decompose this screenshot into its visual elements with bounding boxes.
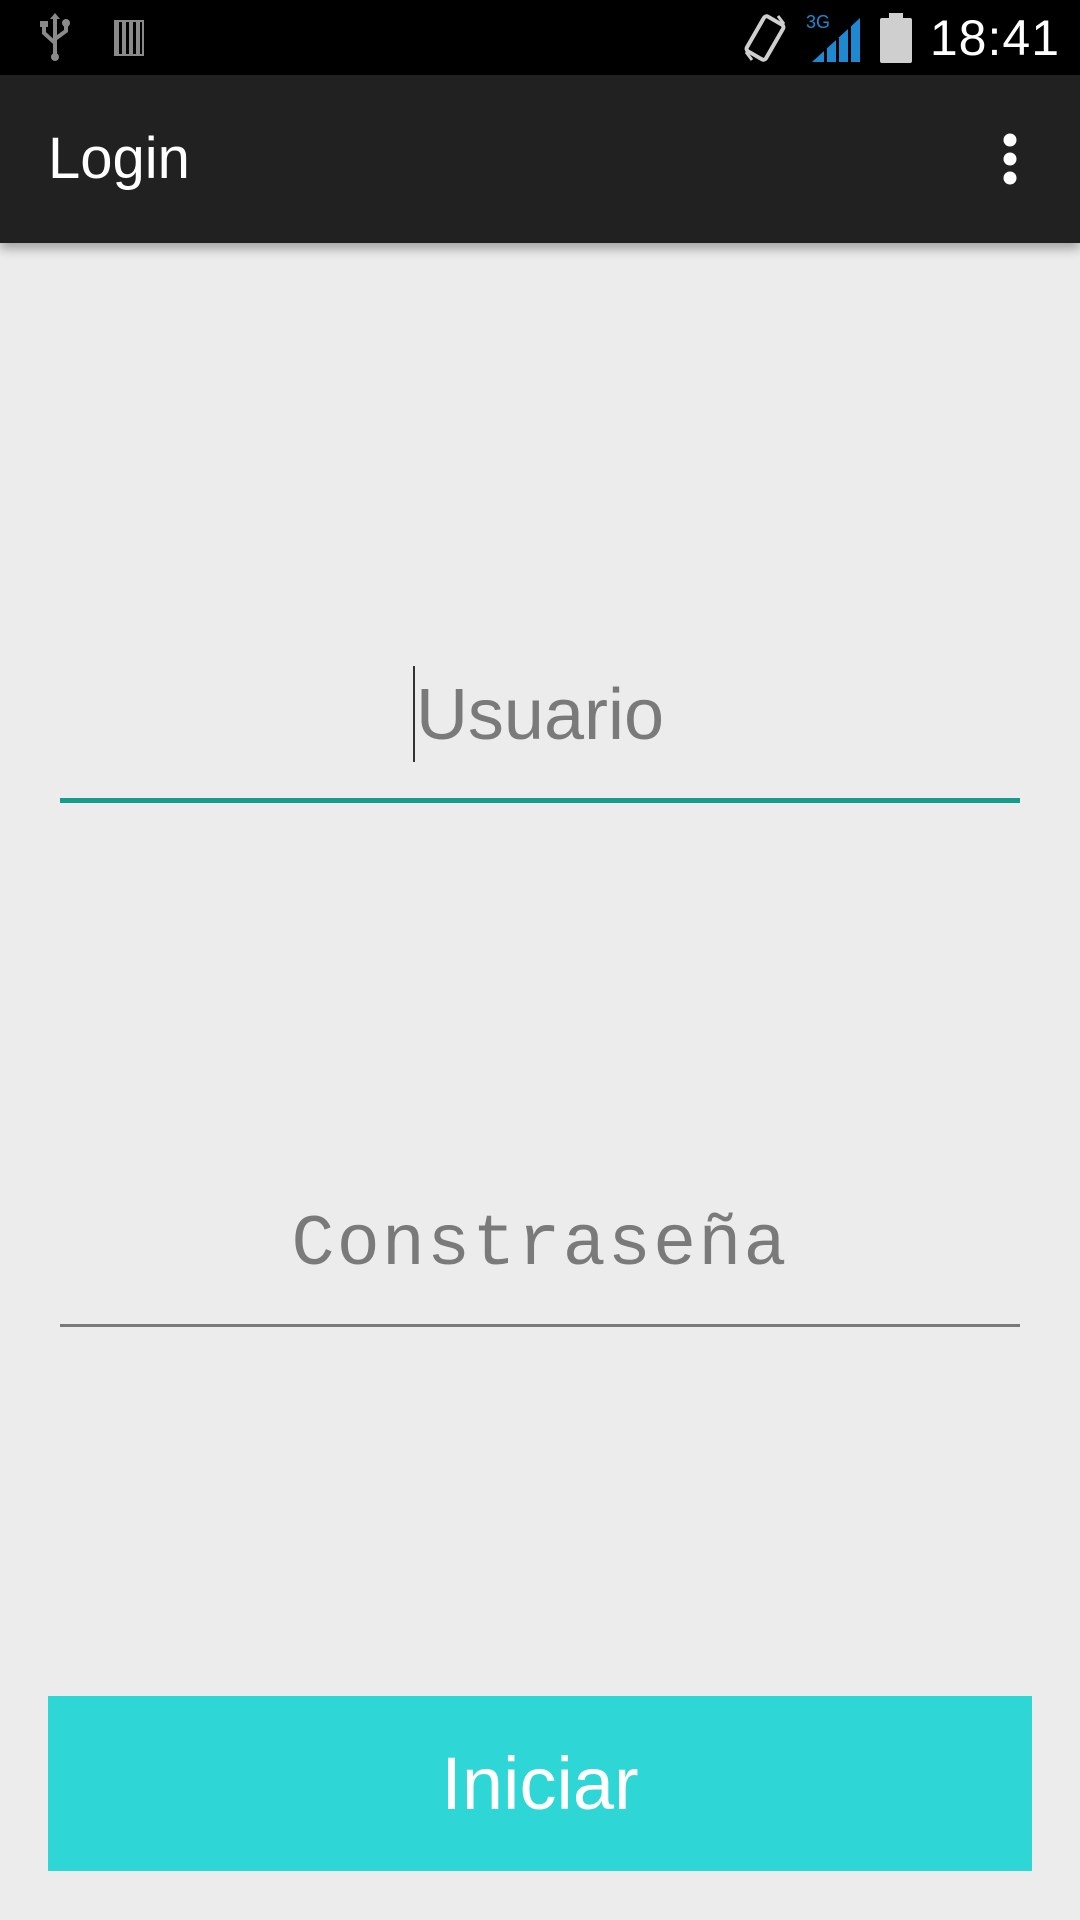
action-bar: Login	[0, 75, 1080, 243]
usb-icon	[38, 13, 72, 63]
sd-card-icon	[112, 18, 146, 58]
status-bar: 3G 18:41	[0, 0, 1080, 75]
username-field-container	[60, 650, 1020, 780]
password-field-container	[60, 1180, 1020, 1310]
signal-3g-icon: 3G	[806, 12, 862, 64]
password-underline	[60, 1324, 1020, 1327]
status-left-icons	[38, 12, 146, 64]
overflow-menu-icon	[1002, 133, 1018, 185]
vibrate-icon	[742, 12, 788, 64]
status-right-icons: 3G 18:41	[742, 0, 1060, 75]
password-input[interactable]	[60, 1180, 1020, 1310]
network-type-label: 3G	[806, 12, 830, 32]
status-time: 18:41	[929, 9, 1060, 66]
battery-icon	[879, 12, 912, 63]
overflow-menu-button[interactable]	[970, 119, 1050, 199]
page-title: Login	[48, 126, 190, 191]
username-underline	[60, 798, 1020, 803]
text-cursor	[413, 666, 415, 762]
username-input[interactable]	[60, 650, 1020, 780]
login-button[interactable]: Iniciar	[48, 1696, 1032, 1871]
